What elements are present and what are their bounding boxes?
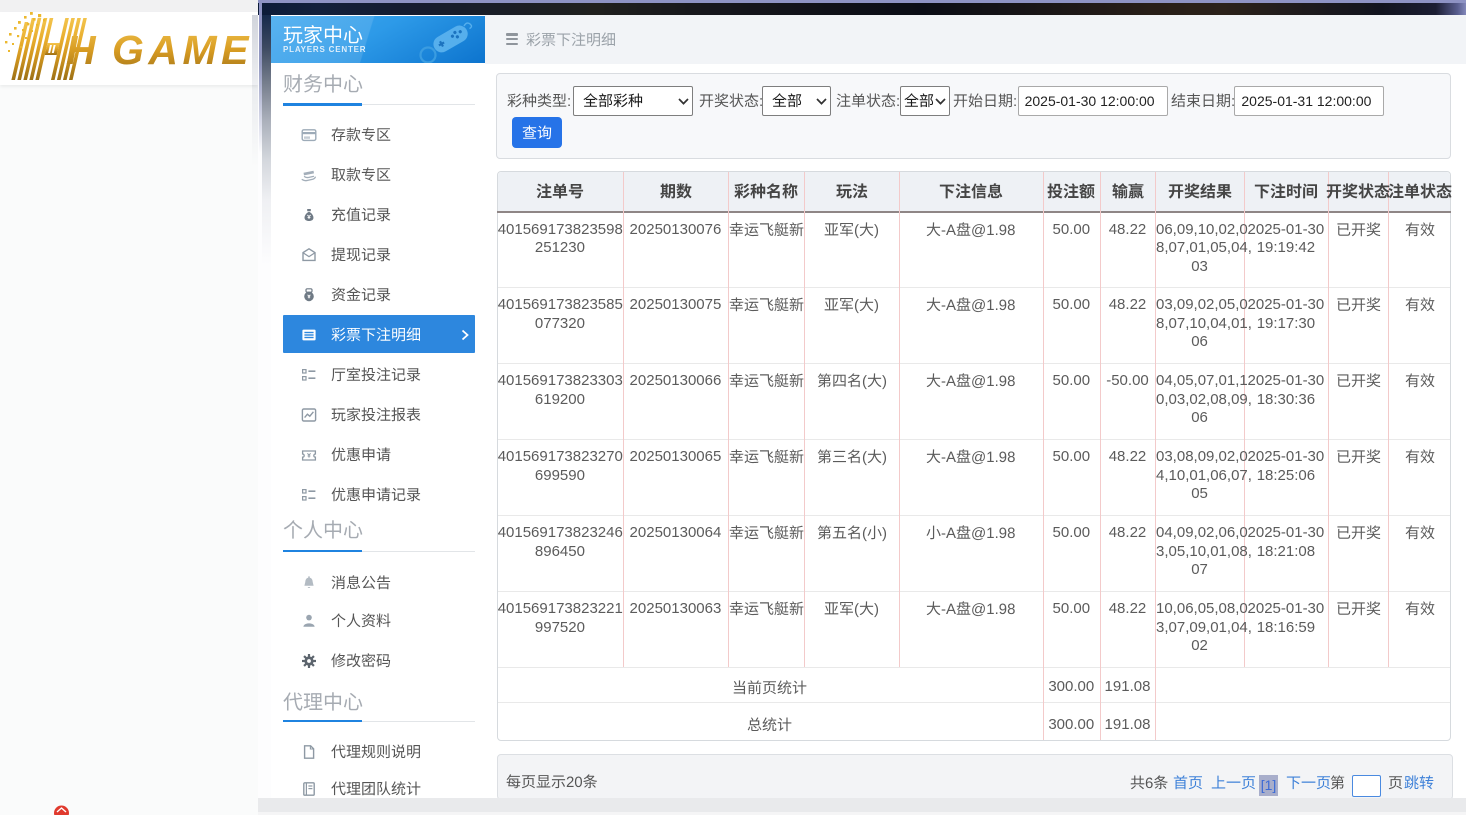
svg-text:GAME: GAME bbox=[112, 27, 253, 73]
svg-text:H: H bbox=[66, 27, 97, 73]
